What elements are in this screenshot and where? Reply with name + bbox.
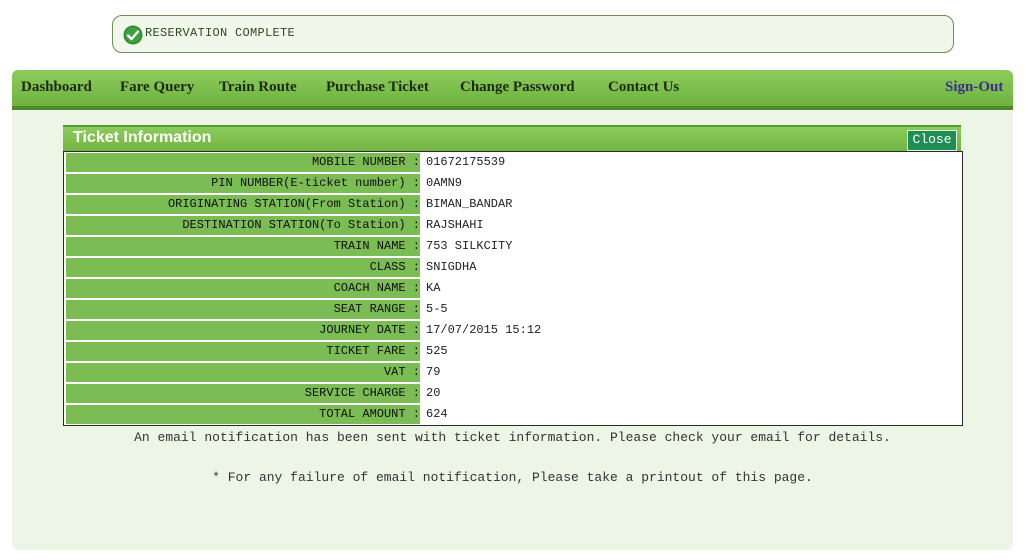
table-row: TICKET FARE : 525 (64, 341, 962, 362)
table-row: JOURNEY DATE : 17/07/2015 15:12 (64, 320, 962, 341)
row-separator (422, 404, 423, 425)
table-row: DESTINATION STATION(To Station) : RAJSHAH… (64, 215, 962, 236)
row-value: RAJSHAHI (426, 218, 484, 232)
nav-change-password[interactable]: Change Password (460, 79, 575, 96)
row-value: 0AMN9 (426, 176, 463, 190)
row-value: 5-5 (426, 302, 448, 316)
email-notification-note: An email notification has been sent with… (134, 430, 891, 445)
row-separator (422, 257, 423, 278)
row-label: ORIGINATING STATION(From Station) : (66, 195, 420, 214)
row-separator (422, 383, 423, 404)
row-separator (422, 152, 423, 173)
row-label: TRAIN NAME : (66, 237, 420, 256)
table-row: ORIGINATING STATION(From Station) : BIMAN… (64, 194, 962, 215)
row-separator (422, 320, 423, 341)
row-label: PIN NUMBER(E-ticket number) : (66, 174, 420, 193)
row-value: BIMAN_BANDAR (426, 197, 513, 211)
row-label: CLASS : (66, 258, 420, 277)
row-value: 753 SILKCITY (426, 239, 513, 253)
table-row: SEAT RANGE : 5-5 (64, 299, 962, 320)
ticket-info-header: Ticket Information Close (63, 125, 961, 153)
row-separator (422, 299, 423, 320)
row-separator (422, 362, 423, 383)
table-row: CLASS : SNIGDHA (64, 257, 962, 278)
check-circle-icon (123, 25, 143, 45)
ticket-info-title: Ticket Information (73, 129, 212, 146)
nav-fare-query[interactable]: Fare Query (120, 79, 194, 96)
row-label: DESTINATION STATION(To Station) : (66, 216, 420, 235)
table-row: TOTAL AMOUNT : 624 (64, 404, 962, 425)
row-value: 624 (426, 407, 448, 421)
row-label: TOTAL AMOUNT : (66, 405, 420, 424)
row-divider (66, 424, 960, 425)
table-row: COACH NAME : KA (64, 278, 962, 299)
row-separator (422, 236, 423, 257)
close-button[interactable]: Close (907, 130, 957, 151)
nav-dashboard[interactable]: Dashboard (21, 79, 92, 96)
row-value: 17/07/2015 15:12 (426, 323, 542, 337)
row-separator (422, 215, 423, 236)
table-row: MOBILE NUMBER : 01672175539 (64, 152, 962, 173)
row-label: TICKET FARE : (66, 342, 420, 361)
nav-sign-out[interactable]: Sign-Out (945, 79, 1003, 96)
row-separator (422, 173, 423, 194)
nav-purchase-ticket[interactable]: Purchase Ticket (326, 79, 429, 96)
row-separator (422, 278, 423, 299)
table-row: SERVICE CHARGE : 20 (64, 383, 962, 404)
nav-train-route[interactable]: Train Route (219, 79, 297, 96)
row-value: SNIGDHA (426, 260, 477, 274)
row-label: SERVICE CHARGE : (66, 384, 420, 403)
row-label: COACH NAME : (66, 279, 420, 298)
navbar: Dashboard Fare Query Train Route Purchas… (12, 70, 1013, 110)
status-message: RESERVATION COMPLETE (145, 26, 296, 40)
ticket-info-table: MOBILE NUMBER : 01672175539 PIN NUMBER(E-t… (63, 151, 963, 426)
row-label: SEAT RANGE : (66, 300, 420, 319)
printout-note: * For any failure of email notification,… (212, 470, 813, 485)
row-value: KA (426, 281, 441, 295)
row-label: VAT : (66, 363, 420, 382)
table-row: PIN NUMBER(E-ticket number) : 0AMN9 (64, 173, 962, 194)
row-value: 525 (426, 344, 448, 358)
status-box: RESERVATION COMPLETE (112, 15, 954, 53)
row-value: 01672175539 (426, 155, 506, 169)
row-label: JOURNEY DATE : (66, 321, 420, 340)
table-row: TRAIN NAME : 753 SILKCITY (64, 236, 962, 257)
main-panel: Dashboard Fare Query Train Route Purchas… (12, 70, 1013, 550)
row-separator (422, 341, 423, 362)
row-value: 79 (426, 365, 441, 379)
table-row: VAT : 79 (64, 362, 962, 383)
row-value: 20 (426, 386, 441, 400)
nav-contact-us[interactable]: Contact Us (608, 79, 679, 96)
row-separator (422, 194, 423, 215)
row-label: MOBILE NUMBER : (66, 153, 420, 172)
